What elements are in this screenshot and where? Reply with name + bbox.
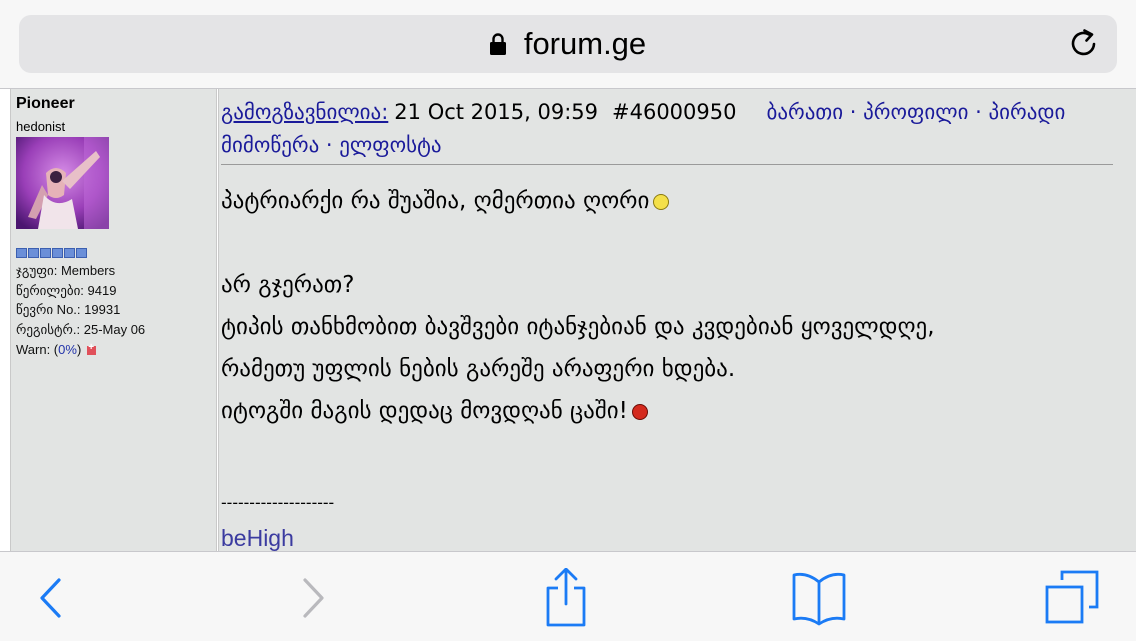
stat-label: ჯგუფი: [16, 263, 58, 278]
stat-value: Members [60, 263, 116, 278]
url-field[interactable]: forum.ge [19, 15, 1117, 73]
post-line-text: ტიპის თანხმობით ბავშვები იტანჯებიან და კ… [221, 314, 935, 340]
share-icon[interactable] [536, 568, 596, 628]
warn-suffix: ) [76, 342, 82, 357]
stat-value: 9419 [87, 283, 117, 298]
warn-percent[interactable]: 0% [58, 342, 77, 357]
warn-plus-icon[interactable] [87, 342, 97, 356]
bottom-toolbar [0, 551, 1136, 641]
link-card[interactable]: ბარათი [766, 100, 843, 124]
author-sidebar: Pioneer hedonist ჯგუფი: Members წერილები… [10, 89, 217, 551]
stat-posts: წერილები: 9419 [16, 283, 116, 299]
link-separator: · [968, 100, 989, 124]
post-line-text: რამეთუ უფლის ნების გარეშე არაფერი ხდება. [221, 356, 736, 382]
signature: beHigh [221, 525, 294, 551]
post-id: #46000950 [612, 100, 737, 124]
post-line: ​ [221, 222, 935, 264]
smiley-icon [653, 193, 670, 210]
forward-arrow-icon[interactable] [282, 568, 342, 628]
rank-pip [40, 248, 51, 258]
post-body: გამოგზავნილია: 21 Oct 2015, 09:59 #4600095… [218, 89, 1136, 551]
stat-value: 25-May 06 [83, 322, 146, 337]
url-text: forum.ge [523, 26, 647, 61]
link-email[interactable]: ელფოსტა [339, 133, 441, 157]
post-line: იტოგში მაგის დედაც მოვდღან ცაში! [221, 390, 935, 432]
stat-label: რეგისტრ.: [16, 322, 81, 337]
post-line-text: არ გჯერათ? [221, 272, 355, 298]
post-header: გამოგზავნილია: 21 Oct 2015, 09:59 #4600095… [221, 96, 1113, 162]
warn-status: Warn: (0%) [16, 342, 97, 357]
post-permalink[interactable]: გამოგზავნილია: [221, 100, 388, 124]
rank-pip [16, 248, 27, 258]
rank-pip [52, 248, 63, 258]
post-line-text: იტოგში მაგის დედაც მოვდღან ცაში! [221, 398, 628, 424]
post-line: არ გჯერათ? [221, 264, 935, 306]
post-line: ტიპის თანხმობით ბავშვები იტანჯებიან და კ… [221, 306, 935, 348]
link-separator: · [319, 133, 340, 157]
rank-pip [28, 248, 39, 258]
post-text: პატრიარქი რა შუაშია, ღმერთია ღორი ​ არ გ… [221, 180, 935, 432]
rank-pips [16, 248, 87, 258]
stat-label: წევრი No.: [16, 302, 81, 317]
user-title: hedonist [16, 119, 66, 134]
post-line-text: პატრიარქი რა შუაშია, ღმერთია ღორი [221, 188, 650, 214]
post-timestamp: 21 Oct 2015, 09:59 [394, 100, 598, 124]
warn-label: Warn: ( [16, 342, 59, 357]
post-line: რამეთუ უფლის ნების გარეშე არაფერი ხდება. [221, 348, 935, 390]
tabs-icon[interactable] [1042, 568, 1102, 628]
signature-separator: -------------------- [221, 493, 335, 512]
avatar [16, 137, 109, 229]
stat-registered: რეგისტრ.: 25-May 06 [16, 322, 145, 338]
bookmarks-icon[interactable] [789, 568, 849, 628]
address-bar: forum.ge [0, 0, 1136, 89]
username[interactable]: Pioneer [16, 95, 75, 113]
stat-value: 19931 [84, 302, 121, 317]
stat-group: ჯგუფი: Members [16, 263, 115, 279]
rank-pip [64, 248, 75, 258]
web-page: Pioneer hedonist ჯგუფი: Members წერილები… [0, 89, 1136, 551]
lock-icon [489, 33, 506, 55]
rank-pip [76, 248, 87, 258]
header-divider [221, 164, 1113, 165]
reload-icon[interactable] [1067, 27, 1101, 61]
stat-label: წერილები: [16, 283, 84, 298]
back-arrow-icon[interactable] [22, 568, 82, 628]
post-line: პატრიარქი რა შუაშია, ღმერთია ღორი [221, 180, 935, 222]
angry-smiley-icon [631, 403, 648, 420]
stat-member-no: წევრი No.: 19931 [16, 302, 120, 318]
link-separator: · [843, 100, 864, 124]
link-profile[interactable]: პროფილი [863, 100, 968, 124]
